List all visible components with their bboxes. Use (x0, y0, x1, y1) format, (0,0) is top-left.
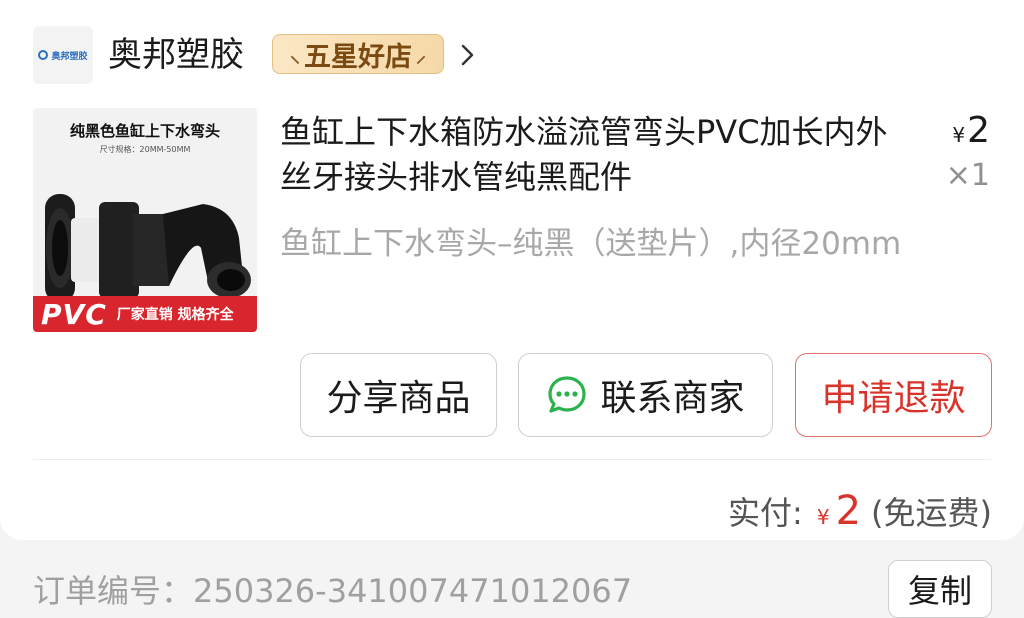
contact-seller-button[interactable]: 联系商家 (518, 353, 773, 437)
price-value: 2 (967, 110, 990, 151)
badge-deco-right: ⸝ (416, 42, 426, 67)
refund-label: 申请退款 (821, 378, 966, 419)
store-name[interactable]: 奥邦塑胶 (108, 34, 244, 76)
badge-label: 五星好店 (304, 41, 412, 73)
store-logo-text: 奥邦塑胶 (51, 51, 88, 62)
store-rating-badge[interactable]: ⸜ 五星好店 ⸝ (272, 34, 444, 74)
store-logo[interactable]: 奥邦塑胶 (33, 26, 93, 84)
product-thumbnail[interactable]: 纯黑色鱼缸上下水弯头 尺寸规格：20MM-50MM PVC 厂家直销 规格齐全 (33, 108, 257, 332)
request-refund-button[interactable]: 申请退款 (795, 353, 992, 437)
thumbnail-band: PVC 厂家直销 规格齐全 (33, 296, 257, 332)
thumbnail-slogan: 厂家直销 规格齐全 (116, 307, 234, 323)
contact-label: 联系商家 (600, 378, 745, 419)
product-price: ¥ 2 (952, 110, 990, 151)
price-currency: ¥ (952, 123, 966, 147)
share-label: 分享商品 (326, 378, 471, 419)
total-currency: ¥ (816, 505, 830, 529)
total-amount: 2 (835, 488, 862, 534)
product-title[interactable]: 鱼缸上下水箱防水溢流管弯头PVC加长内外丝牙接头排水管纯黑配件 (280, 110, 900, 200)
total-paid: 实付: ¥ 2 (免运费) (728, 488, 992, 534)
chevron-right-icon[interactable] (458, 38, 478, 72)
order-number: 订单编号：250326-341007471012067 (33, 572, 633, 610)
badge-deco-left: ⸜ (290, 42, 300, 67)
product-quantity: ×1 (945, 158, 990, 193)
copy-label: 复制 (907, 572, 972, 610)
share-product-button[interactable]: 分享商品 (300, 353, 497, 437)
product-spec: 鱼缸上下水弯头–纯黑（送垫片）,内径20mm (280, 226, 902, 262)
store-logo-mark-icon (38, 50, 49, 60)
divider (33, 459, 991, 460)
chat-bubble-icon (548, 376, 587, 413)
total-label: 实付: (728, 494, 803, 532)
copy-order-number-button[interactable]: 复制 (888, 560, 992, 618)
shipping-note: (免运费) (871, 494, 992, 532)
order-item-card: 奥邦塑胶 奥邦塑胶 ⸜ 五星好店 ⸝ 纯黑色鱼缸上下水弯头 尺寸规格：20MM-… (0, 0, 1024, 540)
thumbnail-pvc: PVC (41, 297, 107, 331)
